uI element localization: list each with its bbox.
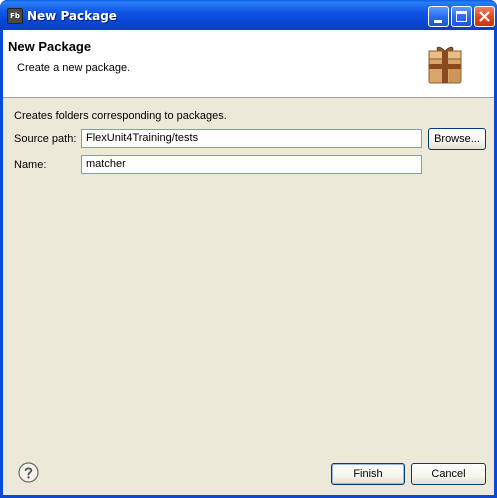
source-path-label: Source path: <box>14 133 77 145</box>
help-icon[interactable] <box>18 462 39 483</box>
name-field[interactable]: matcher <box>81 155 422 174</box>
finish-button[interactable]: Finish <box>331 463 405 485</box>
browse-button[interactable]: Browse... <box>428 128 486 150</box>
new-package-dialog: Fb New Package New Package Create a new … <box>0 0 497 498</box>
minimize-button[interactable] <box>428 6 449 27</box>
close-button[interactable] <box>474 6 495 27</box>
name-label: Name: <box>14 159 47 171</box>
maximize-button[interactable] <box>451 6 472 27</box>
package-icon <box>428 46 462 84</box>
cancel-button[interactable]: Cancel <box>411 463 486 485</box>
minimize-icon <box>434 20 442 23</box>
wizard-header: New Package Create a new package. <box>3 30 494 98</box>
dialog-client-area: New Package Create a new package. Create… <box>3 30 494 495</box>
wizard-title: New Package <box>8 39 92 54</box>
title-bar[interactable]: Fb New Package <box>0 0 497 30</box>
flash-builder-icon: Fb <box>7 8 23 24</box>
source-path-field[interactable]: FlexUnit4Training/tests <box>81 129 422 148</box>
wizard-description: Create a new package. <box>17 62 131 74</box>
window-title: New Package <box>27 9 117 23</box>
close-icon <box>479 11 490 22</box>
maximize-icon <box>456 11 467 22</box>
content-description: Creates folders corresponding to package… <box>14 110 227 122</box>
